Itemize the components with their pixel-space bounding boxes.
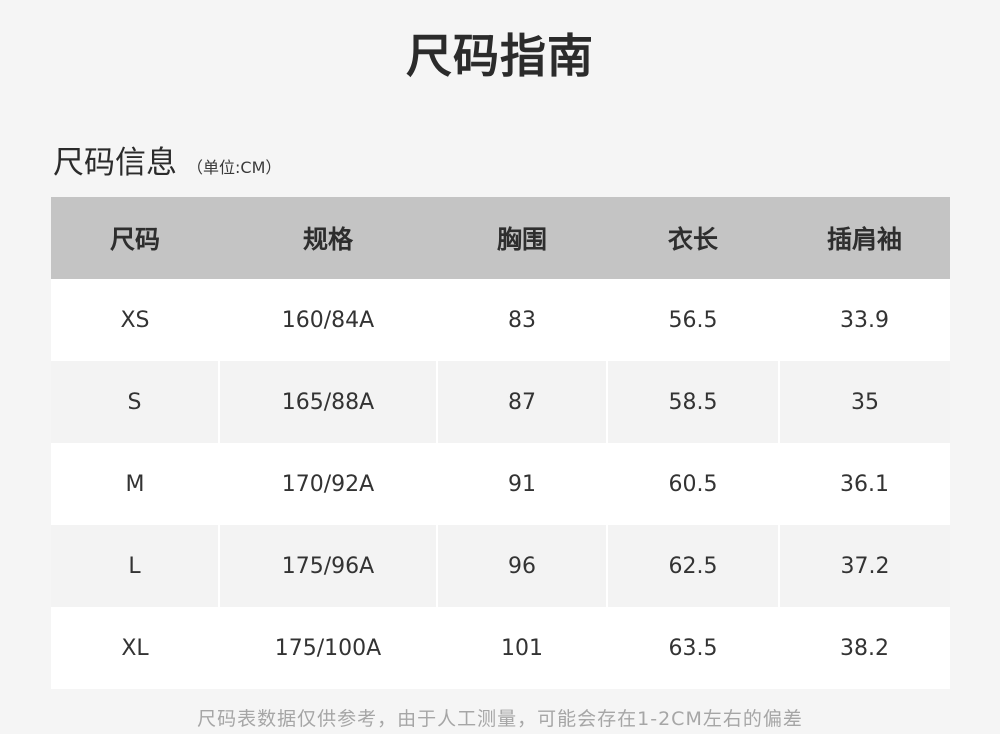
cell-sleeve: 35 <box>778 361 950 443</box>
column-header-length: 衣长 <box>667 225 718 254</box>
cell-chest: 87 <box>436 361 607 443</box>
cell-size: L <box>128 553 141 579</box>
cell-chest: 101 <box>501 635 543 661</box>
cell-size: XL <box>121 635 149 661</box>
cell-length: 62.5 <box>606 525 779 607</box>
cell-chest: 91 <box>508 471 536 497</box>
section-heading: 尺码信息 （单位:CM） <box>53 143 281 183</box>
size-table: 尺码 规格 胸围 衣长 插肩袖 XS 160/84A 83 56.5 33.9 … <box>51 197 950 689</box>
cell-chest: 83 <box>508 307 536 333</box>
section-title: 尺码信息 <box>53 145 177 181</box>
cell-sleeve: 33.9 <box>840 307 889 333</box>
cell-sleeve: 36.1 <box>840 471 889 497</box>
cell-length: 63.5 <box>668 635 718 661</box>
unit-label: （单位:CM） <box>187 158 282 177</box>
cell-size: XS <box>120 307 150 333</box>
column-header-sleeve: 插肩袖 <box>826 225 902 254</box>
table-row: XS 160/84A 83 56.5 33.9 <box>51 279 950 361</box>
table-row: S 165/88A 87 58.5 35 <box>51 361 950 443</box>
cell-size: S <box>127 389 142 415</box>
cell-spec: 160/84A <box>281 307 375 333</box>
cell-sleeve: 38.2 <box>840 635 889 661</box>
cell-chest: 96 <box>436 525 607 607</box>
cell-length: 56.5 <box>668 307 718 333</box>
column-header-spec: 规格 <box>302 225 353 254</box>
table-row: M 170/92A 91 60.5 36.1 <box>51 443 950 525</box>
cell-spec: 170/92A <box>281 471 375 497</box>
page-title: 尺码指南 <box>406 28 594 83</box>
column-header-chest: 胸围 <box>496 225 547 254</box>
cell-size: M <box>125 471 145 497</box>
cell-length: 58.5 <box>606 361 779 443</box>
cell-spec: 175/96A <box>218 525 437 607</box>
table-header-row: 尺码 规格 胸围 衣长 插肩袖 <box>51 197 950 279</box>
column-header-size: 尺码 <box>109 225 160 254</box>
cell-spec: 175/100A <box>274 635 382 661</box>
cell-sleeve: 37.2 <box>778 525 950 607</box>
cell-length: 60.5 <box>668 471 718 497</box>
table-row: XL 175/100A 101 63.5 38.2 <box>51 607 950 689</box>
table-row: L 175/96A 96 62.5 37.2 <box>51 525 950 607</box>
cell-spec: 165/88A <box>218 361 437 443</box>
